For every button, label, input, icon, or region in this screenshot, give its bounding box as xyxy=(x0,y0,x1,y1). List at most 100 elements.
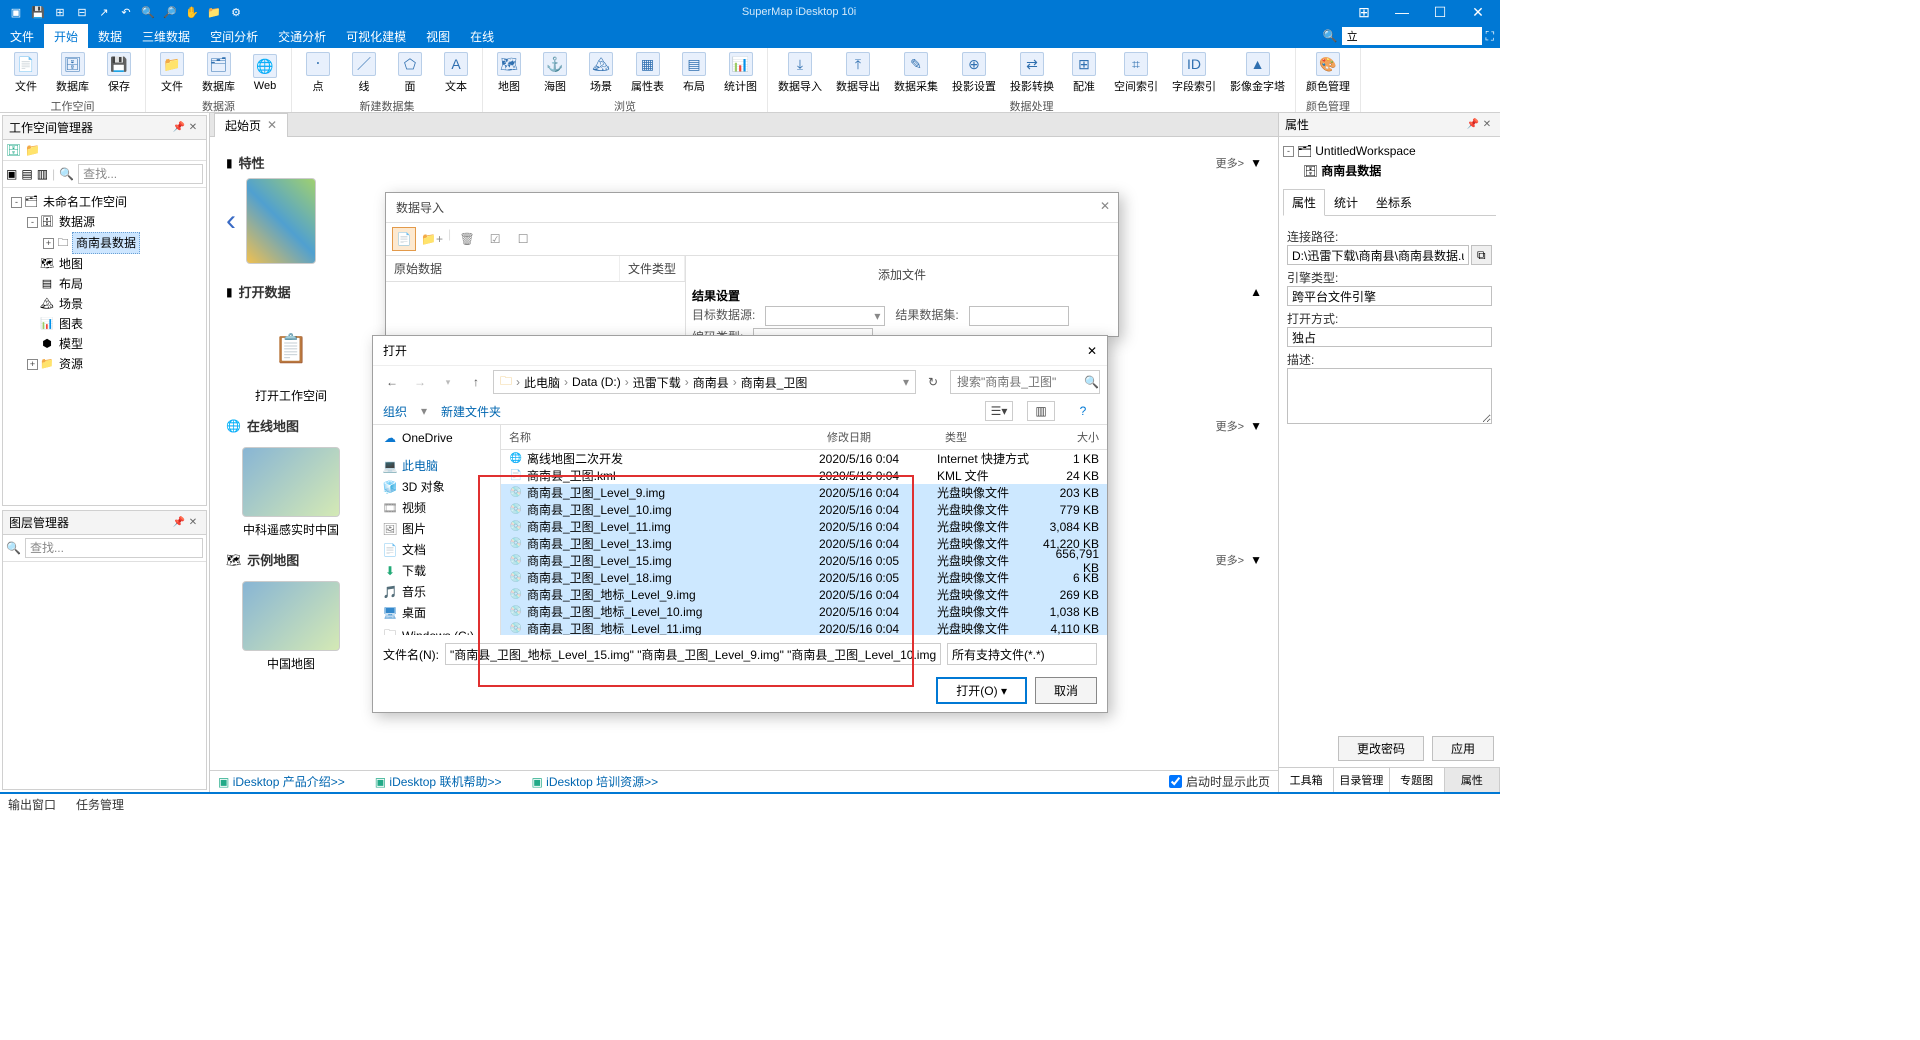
ribbon-地图[interactable]: 🗺地图 xyxy=(487,50,531,96)
ribbon-空间索引[interactable]: ⌗空间索引 xyxy=(1108,50,1164,96)
ribbon-数据导出[interactable]: ⤒数据导出 xyxy=(830,50,886,96)
undo-icon[interactable]: ↶ xyxy=(118,4,134,20)
crumb[interactable]: 迅雷下载 xyxy=(633,374,681,391)
tree-item[interactable]: 📊图表 xyxy=(7,314,202,334)
nav-item[interactable]: 🎵音乐 xyxy=(373,581,500,602)
desc-input[interactable] xyxy=(1287,368,1492,424)
tree-item[interactable]: +📁资源 xyxy=(7,354,202,374)
menu-开始[interactable]: 开始 xyxy=(44,24,88,49)
nav-item[interactable]: 💻此电脑 xyxy=(373,455,500,476)
prop-tab[interactable]: 坐标系 xyxy=(1367,189,1421,215)
qat-icon-2[interactable]: ⊟ xyxy=(74,4,90,20)
nav-item[interactable]: 🎞视频 xyxy=(373,497,500,518)
close-button[interactable]: ✕ xyxy=(1460,2,1496,22)
ribbon-文本[interactable]: A文本 xyxy=(434,50,478,96)
help-icon[interactable]: ? xyxy=(1069,401,1097,421)
add-folder-button[interactable]: 📁+ xyxy=(420,227,444,251)
ribbon-统计图[interactable]: 📊统计图 xyxy=(718,50,763,96)
bottom-tab[interactable]: 工具箱 xyxy=(1279,768,1334,792)
thumb[interactable]: 中科遥感实时中国 xyxy=(242,447,340,538)
folder-icon[interactable]: 📁 xyxy=(25,143,40,157)
task-manager-link[interactable]: 任务管理 xyxy=(76,796,124,813)
search-input[interactable] xyxy=(1342,27,1482,45)
ribbon-数据库[interactable]: 🗄数据库 xyxy=(50,50,95,96)
preview-button[interactable]: ▥ xyxy=(1027,401,1055,421)
refresh-button[interactable]: ↻ xyxy=(922,371,944,393)
link-intro[interactable]: ▣ iDesktop 产品介绍>> xyxy=(218,773,345,790)
icon[interactable]: ▤ xyxy=(21,167,32,181)
ribbon-数据采集[interactable]: ✎数据采集 xyxy=(888,50,944,96)
zoom-in-icon[interactable]: 🔍 xyxy=(140,4,156,20)
ribbon-保存[interactable]: 💾保存 xyxy=(97,50,141,96)
file-row[interactable]: 💿商南县_卫图_Level_9.img2020/5/16 0:04光盘映像文件2… xyxy=(501,484,1107,501)
nav-item[interactable]: ☁OneDrive xyxy=(373,429,500,447)
tree-item[interactable]: +🗀商南县数据 xyxy=(7,232,202,254)
menu-在线[interactable]: 在线 xyxy=(460,24,504,49)
menu-文件[interactable]: 文件 xyxy=(0,24,44,49)
tree-item[interactable]: -🗂未命名工作空间 xyxy=(7,192,202,212)
forward-button[interactable]: → xyxy=(409,371,431,393)
feature-thumb[interactable] xyxy=(246,178,316,264)
copy-button[interactable]: ⧉ xyxy=(1471,245,1492,265)
layer-search[interactable]: 查找... xyxy=(25,538,203,558)
fullscreen-icon[interactable]: ⛶ xyxy=(1486,29,1494,44)
file-row[interactable]: 💿商南县_卫图_Level_13.img2020/5/16 0:04光盘映像文件… xyxy=(501,535,1107,552)
file-row[interactable]: 💿商南县_卫图_Level_18.img2020/5/16 0:05光盘映像文件… xyxy=(501,569,1107,586)
prev-icon[interactable]: ‹ xyxy=(226,204,236,238)
file-list[interactable]: 🌐离线地图二次开发2020/5/16 0:04Internet 快捷方式1 KB… xyxy=(501,450,1107,635)
col-date[interactable]: 修改日期 xyxy=(819,429,937,445)
menu-空间分析[interactable]: 空间分析 xyxy=(200,24,268,49)
ribbon-点[interactable]: ᛫点 xyxy=(296,50,340,96)
nav-item[interactable]: 🖥桌面 xyxy=(373,602,500,623)
prop-tab[interactable]: 属性 xyxy=(1283,189,1325,216)
output-window-link[interactable]: 输出窗口 xyxy=(8,796,56,813)
ribbon-toggle-button[interactable]: ⊞ xyxy=(1346,2,1382,22)
open-button[interactable]: 打开(O) ▾ xyxy=(936,677,1027,704)
filter-combo[interactable] xyxy=(947,643,1097,665)
open-workspace-btn[interactable]: 📋打开工作空间 xyxy=(242,313,340,404)
pin-icon[interactable]: 📌 xyxy=(1466,118,1480,132)
up-button[interactable]: ↑ xyxy=(465,371,487,393)
file-row[interactable]: 💿商南县_卫图_Level_11.img2020/5/16 0:04光盘映像文件… xyxy=(501,518,1107,535)
cancel-button[interactable]: 取消 xyxy=(1035,677,1097,704)
menu-交通分析[interactable]: 交通分析 xyxy=(268,24,336,49)
back-button[interactable]: ← xyxy=(381,371,403,393)
target-ds-combo[interactable]: ▾ xyxy=(765,306,885,326)
connpath-input[interactable] xyxy=(1287,245,1469,265)
prop-tree-root[interactable]: -🗂UntitledWorkspace xyxy=(1283,141,1496,161)
close-icon[interactable]: ✕ xyxy=(1100,199,1110,213)
prop-tab[interactable]: 统计 xyxy=(1325,189,1367,215)
close-icon[interactable]: ✕ xyxy=(186,121,200,135)
ribbon-线[interactable]: ／线 xyxy=(342,50,386,96)
icon[interactable]: ▥ xyxy=(37,167,48,181)
check-button[interactable]: ☑ xyxy=(483,227,507,251)
link-help[interactable]: ▣ iDesktop 联机帮助>> xyxy=(375,773,502,790)
ribbon-属性表[interactable]: ▦属性表 xyxy=(625,50,670,96)
menu-可视化建模[interactable]: 可视化建模 xyxy=(336,24,416,49)
ribbon-场景[interactable]: 🏔场景 xyxy=(579,50,623,96)
show-on-start-checkbox[interactable] xyxy=(1169,775,1182,788)
change-password-button[interactable]: 更改密码 xyxy=(1338,736,1424,761)
ribbon-数据库[interactable]: 🗂数据库 xyxy=(196,50,241,96)
col-name[interactable]: 名称 xyxy=(501,429,819,445)
nav-item[interactable]: 📄文档 xyxy=(373,539,500,560)
folder-icon[interactable]: 📁 xyxy=(206,4,222,20)
result-ds-input[interactable] xyxy=(969,306,1069,326)
file-row[interactable]: 💿商南县_卫图_地标_Level_10.img2020/5/16 0:04光盘映… xyxy=(501,603,1107,620)
file-row[interactable]: 💿商南县_卫图_Level_15.img2020/5/16 0:05光盘映像文件… xyxy=(501,552,1107,569)
crumb[interactable]: 商南县 xyxy=(693,374,729,391)
pin-icon[interactable]: 📌 xyxy=(172,121,186,135)
qat-icon-3[interactable]: ↗ xyxy=(96,4,112,20)
close-icon[interactable]: ✕ xyxy=(1087,344,1097,358)
crumb[interactable]: Data (D:) xyxy=(572,375,621,389)
ribbon-布局[interactable]: ▤布局 xyxy=(672,50,716,96)
ribbon-投影设置[interactable]: ⊕投影设置 xyxy=(946,50,1002,96)
zoom-out-icon[interactable]: 🔎 xyxy=(162,4,178,20)
crumb[interactable]: 此电脑 xyxy=(524,374,560,391)
maximize-button[interactable]: ☐ xyxy=(1422,2,1458,22)
tree-item[interactable]: ▤布局 xyxy=(7,274,202,294)
more-link[interactable]: 更多> xyxy=(1216,418,1244,434)
crumb[interactable]: 商南县_卫图 xyxy=(741,374,808,391)
nav-item[interactable]: 🖼图片 xyxy=(373,518,500,539)
nav-item[interactable]: ⬇下载 xyxy=(373,560,500,581)
